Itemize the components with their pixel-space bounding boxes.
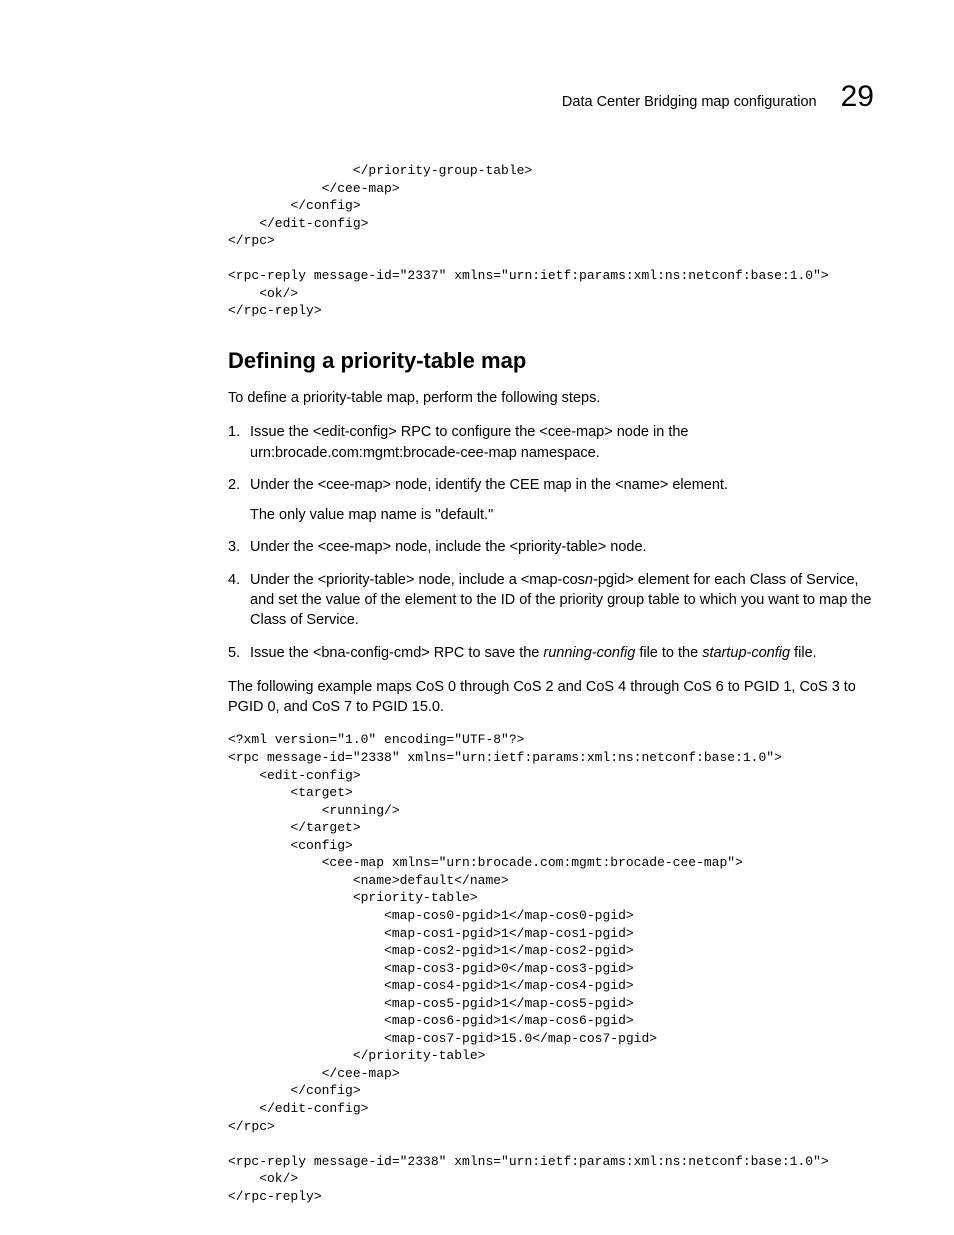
step-4: Under the <priority-table> node, include… [228, 570, 874, 631]
step-text-b: file to the [635, 645, 702, 661]
step-sub: The only value map name is "default." [250, 505, 874, 525]
step-text-c: file. [790, 645, 817, 661]
code-block-1: </priority-group-table> </cee-map> </con… [228, 162, 874, 320]
step-ital2: startup-config [702, 645, 790, 661]
page: Data Center Bridging map configuration 2… [0, 0, 954, 1235]
step-1: Issue the <edit-config> RPC to configure… [228, 422, 874, 463]
step-text: Under the <priority-table> node, include… [250, 572, 585, 588]
step-5: Issue the <bna-config-cmd> RPC to save t… [228, 643, 874, 663]
step-text: Under the <cee-map> node, identify the C… [250, 477, 728, 493]
example-summary: The following example maps CoS 0 through… [228, 677, 874, 718]
step-ital: running-config [543, 645, 635, 661]
step-2: Under the <cee-map> node, identify the C… [228, 475, 874, 526]
step-text: Under the <cee-map> node, include the <p… [250, 539, 647, 555]
page-header: Data Center Bridging map configuration 2… [96, 80, 874, 114]
step-3: Under the <cee-map> node, include the <p… [228, 537, 874, 557]
steps-list: Issue the <edit-config> RPC to configure… [228, 422, 874, 663]
header-number: 29 [841, 80, 874, 114]
section-heading: Defining a priority-table map [228, 348, 874, 374]
step-text: Issue the <bna-config-cmd> RPC to save t… [250, 645, 543, 661]
header-title: Data Center Bridging map configuration [562, 94, 817, 110]
section-intro: To define a priority-table map, perform … [228, 388, 874, 408]
code-block-2: <?xml version="1.0" encoding="UTF-8"?> <… [228, 731, 874, 1205]
step-text: Issue the <edit-config> RPC to configure… [250, 424, 689, 460]
step-ital: n [585, 572, 593, 588]
